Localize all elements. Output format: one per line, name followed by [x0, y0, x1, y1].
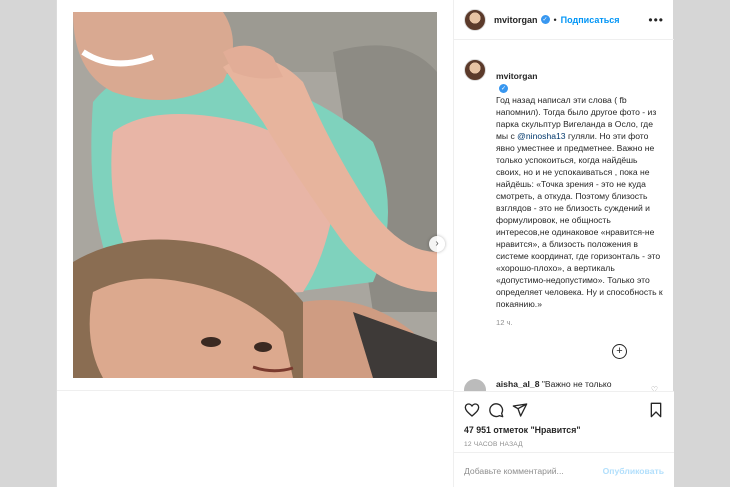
plus-circle-icon: +	[616, 345, 623, 357]
action-icon-row	[464, 402, 664, 420]
commenter-username[interactable]: aisha_al_8	[496, 379, 539, 389]
comment-form: Опубликовать	[454, 452, 674, 487]
caption-author-avatar[interactable]	[464, 59, 486, 81]
media-footer-divider	[57, 390, 453, 487]
author-username[interactable]: mvitorgan	[494, 15, 538, 25]
share-icon[interactable]	[512, 402, 528, 418]
more-horizontal-icon[interactable]: •••	[648, 13, 664, 27]
post-actions: 47 951 отметок "Нравится" 12 ЧАСОВ НАЗАД…	[454, 391, 674, 487]
comment-item: aisha_al_8 "Важно не только ♡	[464, 379, 674, 391]
likes-count[interactable]: 47 951 отметок "Нравится"	[464, 425, 581, 435]
header-dot-separator: •	[553, 14, 557, 25]
comment-icon[interactable]	[488, 402, 504, 418]
author-avatar[interactable]	[464, 8, 486, 31]
bookmark-icon[interactable]	[648, 402, 664, 418]
publish-button[interactable]: Опубликовать	[603, 466, 664, 476]
follow-button[interactable]: Подписаться	[561, 15, 620, 25]
media-area: ›	[57, 0, 453, 487]
carousel-next-button[interactable]: ›	[429, 236, 445, 252]
caption-text: mvitorgan ✓ Год назад написал эти слова …	[496, 58, 664, 310]
post-sidebar: mvitorgan ✓ • Подписаться ••• mvitorgan …	[453, 0, 674, 487]
heart-icon[interactable]	[464, 402, 480, 418]
post-timestamp: 12 ЧАСОВ НАЗАД	[464, 441, 523, 448]
caption-verified-icon: ✓	[499, 84, 508, 94]
post-header: mvitorgan ✓ • Подписаться •••	[454, 0, 674, 40]
page-background-right	[672, 0, 730, 487]
chevron-right-icon: ›	[435, 238, 439, 249]
comment-input[interactable]	[464, 465, 603, 476]
photo-illustration	[73, 12, 437, 378]
caption-row: mvitorgan ✓ Год назад написал эти слова …	[464, 58, 664, 310]
post-modal: › mvitorgan ✓ • Подписаться ••• mvitorga…	[56, 0, 674, 487]
caption-timestamp: 12 ч.	[496, 318, 513, 327]
caption-area: mvitorgan ✓ Год назад написал эти слова …	[454, 48, 674, 378]
post-photo[interactable]	[73, 12, 437, 378]
verified-icon: ✓	[540, 15, 550, 24]
comment-body: "Важно не только	[541, 379, 612, 389]
comment-text: aisha_al_8 "Важно не только	[496, 379, 612, 389]
caption-mention-link[interactable]: @ninosha13	[517, 131, 565, 141]
caption-author-username[interactable]: mvitorgan	[496, 71, 538, 81]
page-background-left	[0, 0, 56, 487]
load-more-comments-button[interactable]: +	[612, 344, 627, 359]
commenter-avatar[interactable]	[464, 379, 486, 391]
caption-body-end: гуляли. Но эти фото явно уместнее и пред…	[496, 131, 663, 309]
